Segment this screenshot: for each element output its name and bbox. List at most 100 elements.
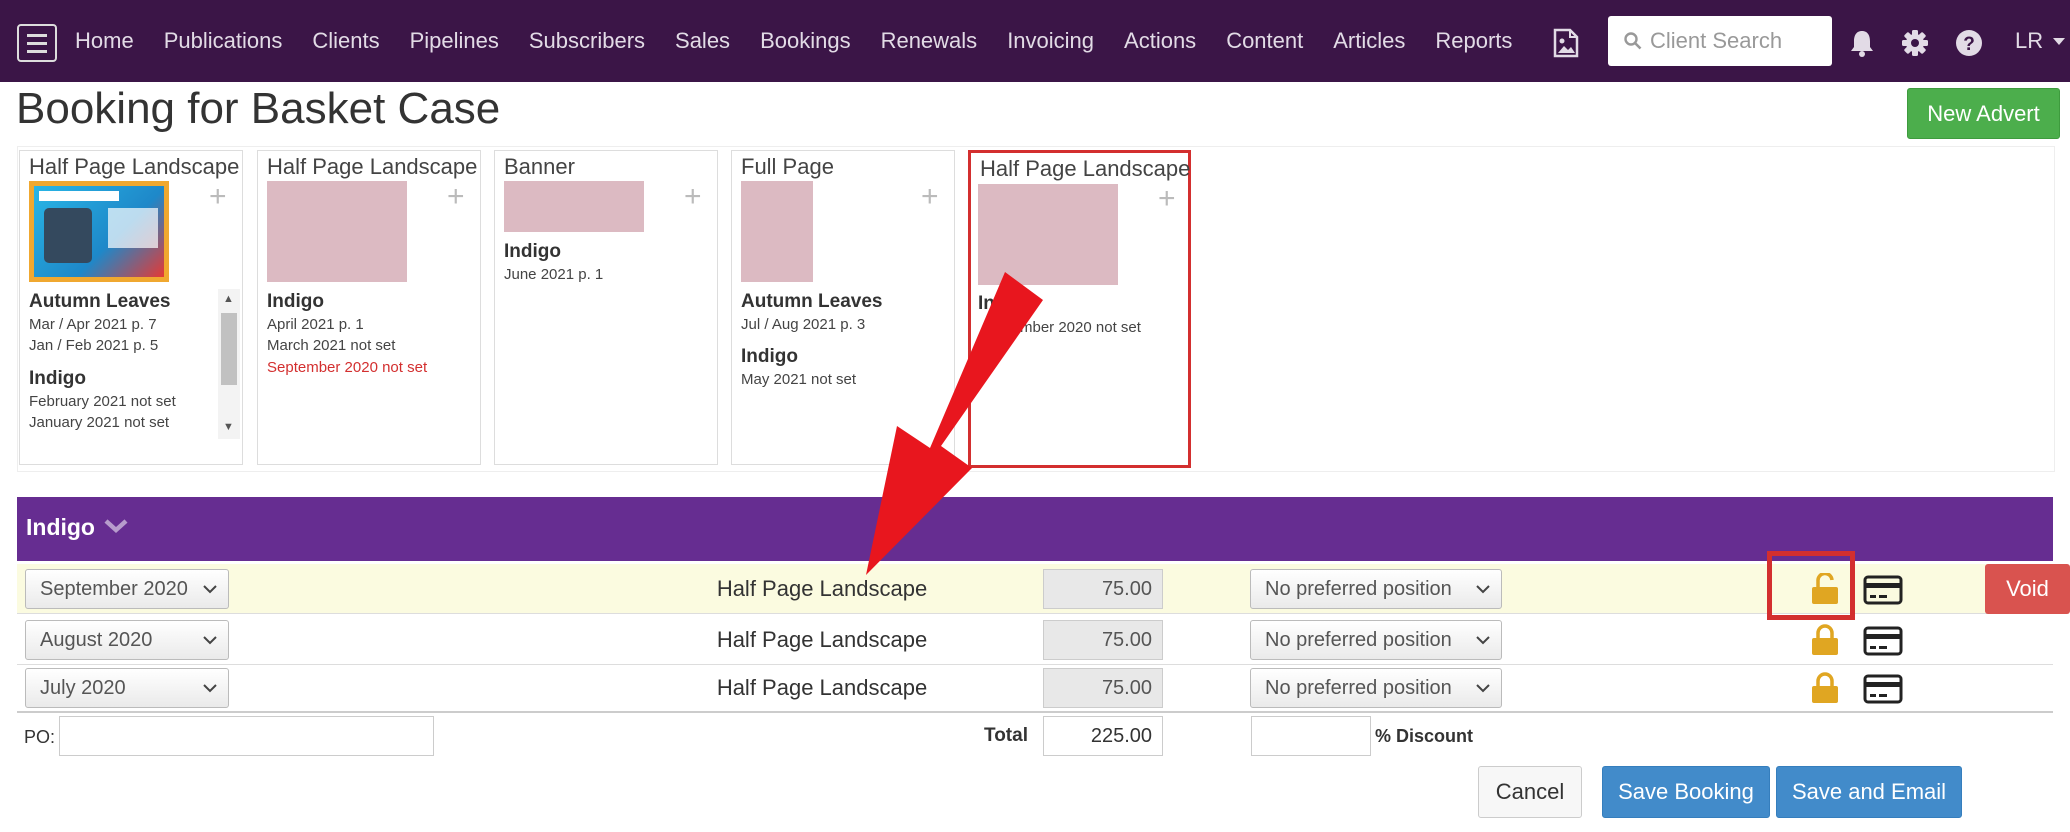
issue-entry: Jan / Feb 2021 p. 5 bbox=[29, 337, 159, 354]
gear-icon[interactable] bbox=[1901, 29, 1929, 57]
nav-actions[interactable]: Actions bbox=[1109, 28, 1211, 54]
card-title: Banner bbox=[504, 154, 575, 179]
user-initials: LR bbox=[2015, 28, 2044, 53]
nav-home[interactable]: Home bbox=[60, 28, 149, 54]
publication-name: Indigo bbox=[741, 346, 798, 367]
advert-placeholder bbox=[267, 181, 407, 282]
ad-type: Half Page Landscape bbox=[716, 675, 928, 700]
image-file-icon[interactable] bbox=[1553, 28, 1579, 58]
advert-placeholder bbox=[978, 184, 1118, 285]
nav-publications[interactable]: Publications bbox=[149, 28, 298, 54]
price-field: 75.00 bbox=[1043, 569, 1163, 609]
new-advert-button[interactable]: New Advert bbox=[1907, 88, 2060, 139]
add-icon[interactable]: + bbox=[209, 182, 227, 212]
client-search-input[interactable] bbox=[1650, 28, 1820, 54]
advert-thumbnail-image bbox=[29, 181, 169, 282]
publication-name: Autumn Leaves bbox=[29, 291, 171, 312]
position-select[interactable]: No preferred position bbox=[1250, 569, 1502, 609]
discount-input[interactable] bbox=[1251, 716, 1371, 756]
advert-card[interactable]: Half Page Landscape + Autumn Leaves Mar … bbox=[19, 150, 243, 465]
search-icon bbox=[1624, 32, 1642, 50]
nav-clients[interactable]: Clients bbox=[297, 28, 394, 54]
chevron-down-icon bbox=[1476, 585, 1490, 594]
advert-card[interactable]: Half Page Landscape + Indigo April 2021 … bbox=[257, 150, 481, 465]
position-select[interactable]: No preferred position bbox=[1250, 668, 1502, 708]
bell-icon[interactable] bbox=[1848, 29, 1876, 57]
annotation-highlight-box bbox=[1767, 551, 1855, 620]
advert-card[interactable]: Banner + Indigo June 2021 p. 1 bbox=[494, 150, 718, 465]
save-booking-button[interactable]: Save Booking bbox=[1602, 766, 1770, 818]
group-name: Indigo bbox=[26, 514, 95, 540]
nav-articles[interactable]: Articles bbox=[1318, 28, 1420, 54]
add-icon[interactable]: + bbox=[447, 182, 465, 212]
nav-invoicing[interactable]: Invoicing bbox=[992, 28, 1109, 54]
add-icon[interactable]: + bbox=[1158, 184, 1176, 214]
advert-card[interactable]: Full Page + Autumn Leaves Jul / Aug 2021… bbox=[731, 150, 955, 465]
card-title: Half Page Landscape bbox=[980, 156, 1191, 181]
void-button[interactable]: Void bbox=[1985, 564, 2070, 614]
position-value: No preferred position bbox=[1265, 676, 1452, 699]
po-input[interactable] bbox=[59, 716, 434, 756]
nav-links: Home Publications Clients Pipelines Subs… bbox=[60, 0, 1527, 82]
credit-card-icon[interactable] bbox=[1863, 575, 1903, 605]
booking-row: September 2020 Half Page Landscape 75.00… bbox=[17, 564, 2070, 614]
scroll-down-arrow-icon[interactable]: ▼ bbox=[223, 421, 234, 433]
booking-row: August 2020 Half Page Landscape 75.00 No… bbox=[17, 615, 2053, 665]
month-value: August 2020 bbox=[40, 628, 153, 651]
nav-bookings[interactable]: Bookings bbox=[745, 28, 866, 54]
lock-icon[interactable] bbox=[1810, 624, 1840, 656]
caret-down-icon bbox=[2053, 38, 2066, 46]
nav-reports[interactable]: Reports bbox=[1420, 28, 1527, 54]
advert-card-selected[interactable]: Half Page Landscape + In mber 2020 not s… bbox=[968, 150, 1191, 468]
card-title: Half Page Landscape bbox=[29, 154, 240, 179]
nav-content[interactable]: Content bbox=[1211, 28, 1318, 54]
add-icon[interactable]: + bbox=[684, 182, 702, 212]
chevron-down-icon bbox=[203, 636, 217, 645]
position-select[interactable]: No preferred position bbox=[1250, 620, 1502, 660]
save-and-email-button[interactable]: Save and Email bbox=[1776, 766, 1962, 818]
add-icon[interactable]: + bbox=[921, 182, 939, 212]
issue-entry: April 2021 p. 1 bbox=[267, 316, 364, 333]
chevron-down-icon bbox=[1476, 684, 1490, 693]
issue-entry: March 2021 not set bbox=[267, 337, 396, 354]
chevron-down-icon[interactable] bbox=[101, 511, 131, 541]
discount-label: % Discount bbox=[1375, 726, 1474, 746]
user-menu[interactable]: LR bbox=[2015, 28, 2066, 54]
lock-icon[interactable] bbox=[1810, 672, 1840, 704]
ad-type: Half Page Landscape bbox=[716, 576, 928, 601]
client-search[interactable] bbox=[1608, 16, 1832, 66]
credit-card-icon[interactable] bbox=[1863, 674, 1903, 704]
issue-entry-unset: September 2020 not set bbox=[267, 359, 428, 376]
issue-entry: Mar / Apr 2021 p. 7 bbox=[29, 316, 157, 333]
card-scrollbar[interactable]: ▲ ▼ bbox=[218, 289, 240, 439]
issue-entry: May 2021 not set bbox=[741, 371, 857, 388]
help-icon[interactable]: ? bbox=[1955, 29, 1983, 57]
position-value: No preferred position bbox=[1265, 577, 1452, 600]
month-select[interactable]: August 2020 bbox=[25, 620, 229, 660]
advert-placeholder bbox=[504, 181, 644, 232]
credit-card-icon[interactable] bbox=[1863, 626, 1903, 656]
nav-sales[interactable]: Sales bbox=[660, 28, 745, 54]
issue-entry: January 2021 not set bbox=[29, 414, 170, 431]
top-navbar: Home Publications Clients Pipelines Subs… bbox=[0, 0, 2070, 82]
po-label: PO: bbox=[24, 727, 56, 747]
issue-entry: February 2021 not set bbox=[29, 393, 176, 410]
month-value: September 2020 bbox=[40, 577, 188, 600]
nav-renewals[interactable]: Renewals bbox=[866, 28, 993, 54]
nav-subscribers[interactable]: Subscribers bbox=[514, 28, 660, 54]
ad-type: Half Page Landscape bbox=[716, 627, 928, 652]
chevron-down-icon bbox=[203, 684, 217, 693]
card-title: Full Page bbox=[741, 154, 834, 179]
page-title: Booking for Basket Case bbox=[16, 84, 501, 133]
scroll-up-arrow-icon[interactable]: ▲ bbox=[223, 293, 234, 305]
chevron-down-icon bbox=[1476, 636, 1490, 645]
hamburger-menu-icon[interactable] bbox=[17, 24, 57, 62]
cancel-button[interactable]: Cancel bbox=[1478, 766, 1582, 818]
month-select[interactable]: September 2020 bbox=[25, 569, 229, 609]
publication-name: Autumn Leaves bbox=[741, 291, 883, 312]
issue-entry: June 2021 p. 1 bbox=[504, 266, 604, 283]
nav-pipelines[interactable]: Pipelines bbox=[395, 28, 514, 54]
advert-placeholder bbox=[741, 181, 813, 282]
month-select[interactable]: July 2020 bbox=[25, 668, 229, 708]
publication-group-header[interactable]: Indigo bbox=[17, 497, 2053, 561]
